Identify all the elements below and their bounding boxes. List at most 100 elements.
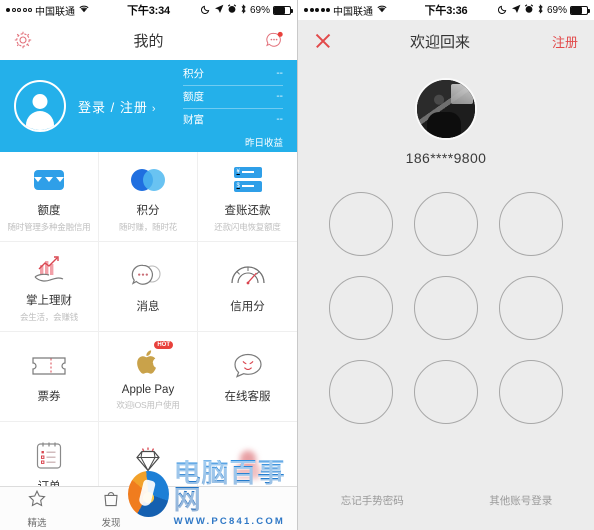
carrier-label: 中国联通 — [35, 6, 75, 18]
grid-item-label: 信用分 — [230, 300, 265, 313]
service-face-icon — [231, 347, 265, 385]
left-nav-bar: 我的 — [0, 20, 297, 60]
gesture-node[interactable] — [414, 360, 478, 424]
feature-grid: 额度 随时管理多种金融信用 积分 随时赚，随时花 ¥ $ 查账还款 还款闪电恢复额… — [0, 152, 297, 512]
stat-label: 财富 — [183, 114, 204, 126]
status-time: 下午3:34 — [127, 5, 170, 17]
bottom-tab-bar: 精选 发现 — [0, 486, 297, 530]
chevron-right-icon: › — [151, 102, 157, 115]
battery-percent: 69% — [547, 4, 568, 16]
user-photo-avatar[interactable] — [415, 78, 477, 140]
grid-item-sub: 欢迎iOS用户使用 — [116, 399, 180, 410]
chat-dots-icon — [130, 257, 166, 295]
gesture-lock-grid[interactable] — [329, 192, 563, 424]
credit-card-icon — [34, 161, 64, 199]
wifi-icon — [376, 4, 388, 16]
hot-badge: HOT — [154, 340, 173, 349]
other-account-login-link[interactable]: 其他账号登录 — [447, 493, 594, 508]
left-phone-screen: 中国联通 下午3:34 69% 我的 登录 / 注册 › 积分 -- 额度 --… — [0, 0, 297, 530]
status-right-group: 69% — [467, 3, 591, 17]
gesture-node[interactable] — [329, 360, 393, 424]
status-left-group: 中国联通 — [304, 3, 425, 18]
tab-label: 发现 — [101, 517, 121, 529]
order-list-icon — [34, 437, 64, 475]
right-phone-screen: 中国联通 下午3:36 69% 欢迎回来 注册 186****9800 忘记手势… — [297, 0, 594, 530]
masked-phone-number: 186****9800 — [405, 150, 487, 166]
signal-dots-icon — [304, 8, 330, 12]
wifi-icon — [78, 4, 90, 16]
stat-label: 积分 — [183, 68, 204, 80]
gesture-node[interactable] — [414, 276, 478, 340]
stat-value: -- — [276, 114, 283, 125]
grid-item-edu[interactable]: 额度 随时管理多种金融信用 — [0, 152, 99, 242]
grid-item-customer-service[interactable]: 在线客服 — [198, 332, 297, 422]
grid-item-sub: 会生活，会赚钱 — [19, 311, 79, 322]
tab-label: 精选 — [27, 517, 47, 529]
status-left-group: 中国联通 — [6, 3, 127, 18]
battery-percent: 69% — [250, 4, 271, 16]
diamond-icon — [130, 445, 166, 483]
two-circles-icon — [131, 161, 165, 199]
gesture-node[interactable] — [499, 276, 563, 340]
battery-icon — [570, 5, 591, 15]
bill-repay-icon: ¥ $ — [233, 161, 262, 199]
grid-item-label: 额度 — [37, 204, 61, 217]
welcome-title: 欢迎回来 — [409, 33, 470, 51]
grid-item-coupon[interactable]: 票券 — [0, 332, 99, 422]
gesture-node[interactable] — [329, 276, 393, 340]
moon-icon — [497, 4, 508, 17]
blurred-icon — [230, 445, 265, 483]
login-register-link[interactable]: 登录 / 注册 › — [78, 97, 157, 116]
carrier-label: 中国联通 — [333, 6, 373, 18]
close-x-icon[interactable] — [314, 32, 332, 50]
star-icon — [27, 489, 47, 513]
bluetooth-icon — [240, 3, 247, 17]
location-arrow-icon — [511, 4, 521, 17]
person-avatar-icon — [14, 80, 66, 132]
grid-item-label: Apple Pay — [121, 383, 175, 396]
yesterday-earnings-label: 昨日收益 — [244, 138, 283, 149]
grid-item-label: 积分 — [136, 204, 160, 217]
tab-discover[interactable]: 发现 — [74, 489, 148, 529]
login-register-label: 登录 / 注册 — [78, 99, 148, 115]
gesture-node[interactable] — [499, 192, 563, 256]
grid-item-points[interactable]: 积分 随时赚，随时花 — [99, 152, 198, 242]
signal-dots-icon — [6, 8, 32, 12]
credit-gauge-icon — [229, 257, 267, 295]
status-bar-left: 中国联通 下午3:34 69% — [0, 0, 297, 20]
gesture-node[interactable] — [329, 192, 393, 256]
grid-item-sub: 随时管理多种金融信用 — [7, 221, 91, 232]
stat-label: 额度 — [183, 91, 204, 103]
forgot-gesture-password-link[interactable]: 忘记手势密码 — [298, 493, 447, 508]
stat-row[interactable]: 积分 -- — [183, 63, 283, 86]
moon-icon — [200, 4, 211, 17]
grid-item-messages[interactable]: 消息 — [99, 242, 198, 332]
register-button[interactable]: 注册 — [548, 32, 578, 51]
alarm-clock-icon — [524, 3, 534, 17]
gesture-node[interactable] — [499, 360, 563, 424]
gear-icon[interactable] — [12, 29, 34, 51]
bag-icon — [101, 489, 121, 513]
profile-banner[interactable]: 登录 / 注册 › 积分 -- 额度 -- 财富 -- 昨日收益 — [0, 60, 297, 152]
battery-icon — [273, 5, 294, 15]
tab-featured[interactable]: 精选 — [0, 489, 74, 529]
chart-hand-icon — [32, 251, 66, 289]
stat-row[interactable]: 财富 -- — [183, 109, 283, 131]
apple-logo-icon: HOT — [135, 340, 173, 381]
grid-item-apple-pay[interactable]: HOT Apple Pay 欢迎iOS用户使用 — [99, 332, 198, 422]
ticket-icon — [30, 347, 68, 385]
chat-bubble-icon[interactable] — [263, 29, 285, 51]
grid-item-label: 查账还款 — [224, 204, 271, 217]
gesture-node[interactable] — [414, 192, 478, 256]
status-right-group: 69% — [170, 3, 294, 17]
status-time: 下午3:36 — [424, 5, 468, 17]
grid-item-label: 票券 — [37, 390, 61, 403]
stat-value: -- — [276, 91, 283, 102]
grid-item-finance[interactable]: 掌上理财 会生活，会赚钱 — [0, 242, 99, 332]
location-arrow-icon — [214, 4, 224, 17]
grid-item-bill-repay[interactable]: ¥ $ 查账还款 还款闪电恢复额度 — [198, 152, 297, 242]
grid-item-label: 掌上理财 — [26, 294, 72, 307]
grid-item-credit-score[interactable]: 信用分 — [198, 242, 297, 332]
grid-item-sub: 还款闪电恢复额度 — [214, 221, 281, 232]
stat-row[interactable]: 额度 -- — [183, 86, 283, 109]
